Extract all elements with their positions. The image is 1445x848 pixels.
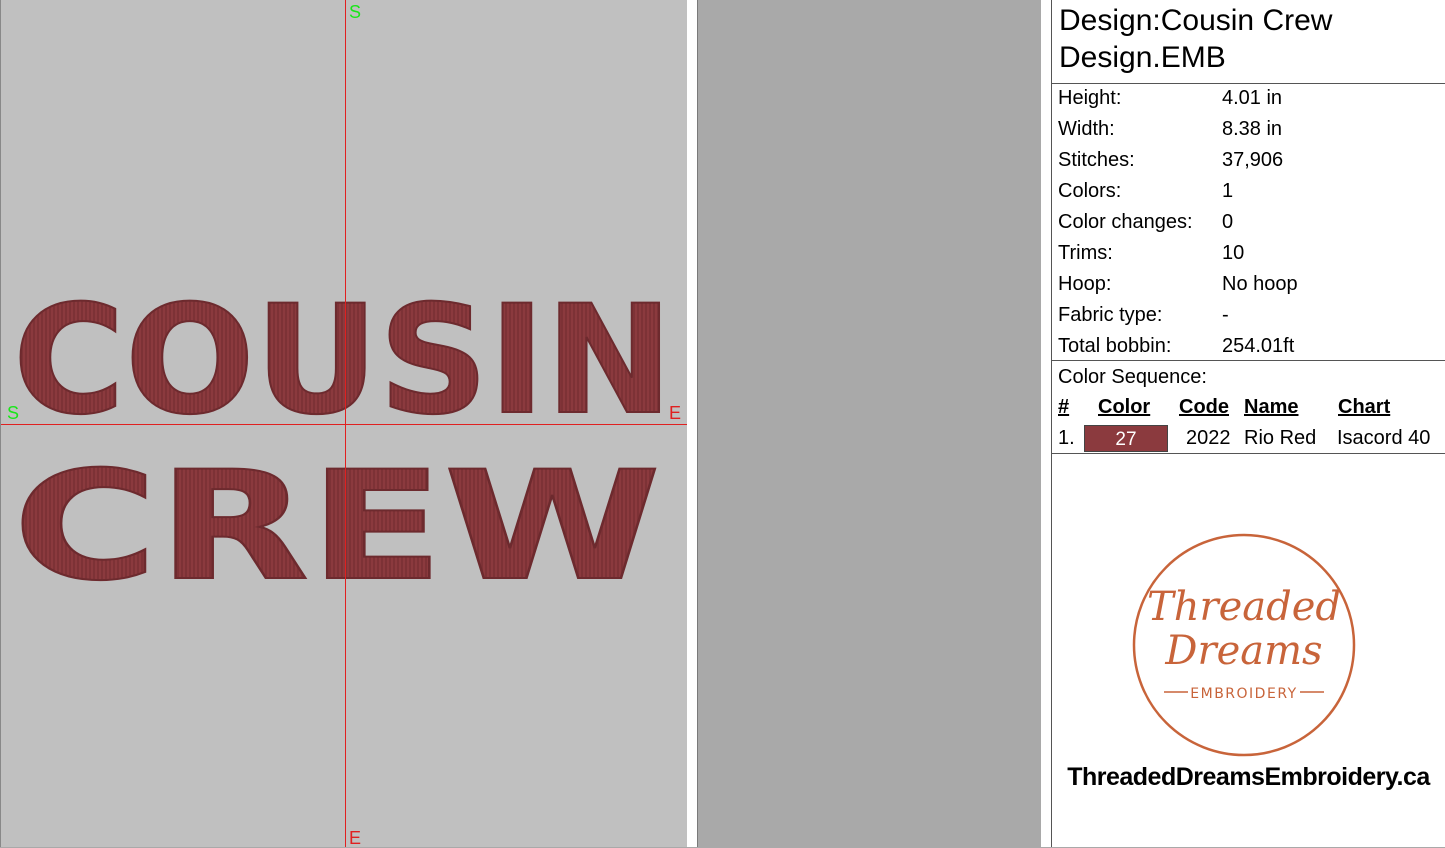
stat-value: 0 xyxy=(1222,211,1234,233)
logo-line-2: Dreams xyxy=(1164,628,1322,674)
stat-row-height: Height: 4.01 in xyxy=(1052,84,1445,115)
stat-value: 8.38 in xyxy=(1222,118,1283,140)
stat-value: - xyxy=(1222,304,1229,326)
horizontal-guide-line xyxy=(1,424,688,425)
stat-value: 1 xyxy=(1222,180,1234,202)
stat-row-fabric-type: Fabric type: - xyxy=(1052,301,1445,332)
column-header-number: # xyxy=(1058,396,1070,418)
color-row-code: 2022 xyxy=(1186,427,1231,449)
stat-row-color-changes: Color changes: 0 xyxy=(1052,208,1445,239)
canvas-border xyxy=(687,0,697,847)
workspace-gutter xyxy=(698,0,1041,847)
stat-label: Total bobbin: xyxy=(1058,335,1172,357)
start-marker-top: S xyxy=(349,2,362,22)
stat-label: Height: xyxy=(1058,87,1122,109)
column-header-color: Color xyxy=(1098,396,1151,418)
stat-value: 4.01 in xyxy=(1222,87,1283,109)
website-url: ThreadedDreamsEmbroidery.ca xyxy=(1067,763,1430,791)
design-canvas[interactable]: COUSIN CREW S S E E xyxy=(0,0,688,848)
logo-line-1: Threaded xyxy=(1147,584,1341,630)
stat-row-stitches: Stitches: 37,906 xyxy=(1052,146,1445,177)
column-header-name: Name xyxy=(1244,396,1299,418)
design-filename: Design.EMB xyxy=(1059,41,1226,74)
stat-label: Width: xyxy=(1058,118,1115,140)
stat-value: 10 xyxy=(1222,242,1245,264)
logo-line-3: EMBROIDERY xyxy=(1190,686,1297,702)
stat-label: Fabric type: xyxy=(1058,304,1163,326)
design-info-panel: Design:Cousin Crew Design.EMB Height: 4.… xyxy=(1051,0,1445,847)
stat-row-width: Width: 8.38 in xyxy=(1052,115,1445,146)
column-header-chart: Chart xyxy=(1338,396,1391,418)
stat-row-total-bobbin: Total bobbin: 254.01ft xyxy=(1052,332,1445,363)
stat-label: Color changes: xyxy=(1058,211,1193,233)
stat-label: Trims: xyxy=(1058,242,1113,264)
design-title: Design:Cousin Crew xyxy=(1059,4,1333,37)
color-sequence-title: Color Sequence: xyxy=(1058,366,1207,388)
stat-label: Colors: xyxy=(1058,180,1122,202)
color-row-name: Rio Red xyxy=(1244,427,1317,449)
stat-value: 37,906 xyxy=(1222,149,1284,171)
end-marker-bottom: E xyxy=(349,828,362,848)
start-marker-left: S xyxy=(7,403,20,423)
threaded-dreams-logo: Threaded Dreams EMBROIDERY xyxy=(1132,533,1356,757)
column-header-code: Code xyxy=(1179,396,1229,418)
stat-value: No hoop xyxy=(1222,273,1298,295)
stat-label: Stitches: xyxy=(1058,149,1135,171)
color-row-number: 1. xyxy=(1058,427,1075,449)
stat-label: Hoop: xyxy=(1058,273,1112,295)
stat-value: 254.01ft xyxy=(1222,335,1295,357)
design-stats: Height: 4.01 in Width: 8.38 in Stitches:… xyxy=(1052,84,1445,361)
stat-row-colors: Colors: 1 xyxy=(1052,177,1445,208)
design-word-cousin: COUSIN xyxy=(13,274,673,448)
color-sequence: Color Sequence: # Color Code Name Chart … xyxy=(1052,361,1445,454)
stat-row-trims: Trims: 10 xyxy=(1052,239,1445,270)
design-word-crew: CREW xyxy=(13,440,661,614)
panel-gap xyxy=(1041,0,1051,847)
design-title-block: Design:Cousin Crew Design.EMB xyxy=(1052,0,1445,84)
end-marker-right: E xyxy=(669,403,682,423)
stat-row-hoop: Hoop: No hoop xyxy=(1052,270,1445,301)
color-row-chart: Isacord 40 xyxy=(1337,427,1431,449)
color-swatch: 27 xyxy=(1084,425,1168,452)
